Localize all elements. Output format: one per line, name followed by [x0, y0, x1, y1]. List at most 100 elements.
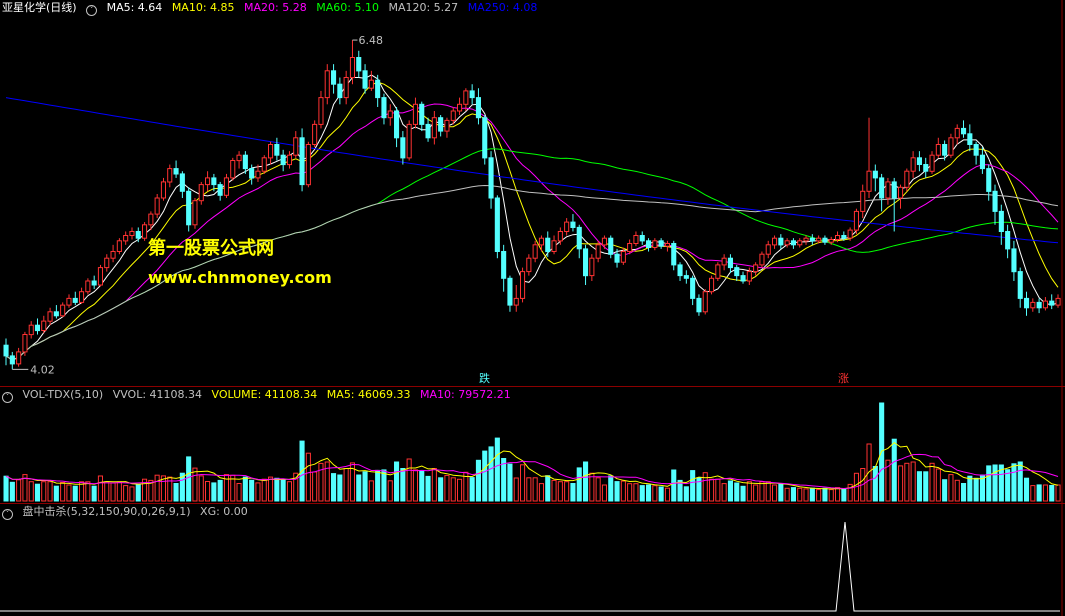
candle[interactable] — [318, 90, 324, 129]
candle[interactable] — [1036, 298, 1042, 314]
candle[interactable] — [394, 106, 400, 148]
candle[interactable] — [41, 315, 47, 334]
candle[interactable] — [576, 224, 582, 259]
candle[interactable] — [293, 131, 299, 158]
candle[interactable] — [683, 270, 689, 284]
candle[interactable] — [463, 88, 469, 111]
candle[interactable] — [167, 164, 173, 188]
candle[interactable] — [677, 262, 683, 281]
candle[interactable] — [28, 321, 34, 339]
candle[interactable] — [759, 251, 765, 268]
candle[interactable] — [110, 244, 116, 263]
candle[interactable] — [998, 204, 1004, 245]
settings-circle-icon[interactable]: ˅ — [86, 5, 98, 16]
candle[interactable] — [192, 198, 198, 229]
candle[interactable] — [526, 254, 532, 276]
candle[interactable] — [646, 238, 652, 252]
candle[interactable] — [488, 151, 494, 209]
candle[interactable] — [475, 88, 481, 125]
candle[interactable] — [860, 184, 866, 219]
candle[interactable] — [589, 254, 595, 281]
candle[interactable] — [898, 184, 904, 209]
candle[interactable] — [104, 254, 110, 272]
candle[interactable] — [721, 254, 727, 271]
volume-chart[interactable] — [0, 387, 1065, 503]
candle[interactable] — [438, 115, 444, 137]
candle[interactable] — [412, 97, 418, 129]
candle[interactable] — [160, 177, 166, 201]
candle[interactable] — [601, 235, 608, 249]
candle[interactable] — [198, 181, 204, 205]
candle[interactable] — [431, 111, 437, 145]
candle[interactable] — [929, 151, 935, 174]
candle[interactable] — [331, 64, 337, 94]
candle[interactable] — [116, 238, 122, 255]
candle[interactable] — [142, 222, 148, 241]
candle[interactable] — [954, 124, 960, 145]
candle[interactable] — [753, 262, 759, 276]
candle[interactable] — [671, 240, 677, 271]
candle[interactable] — [709, 275, 715, 295]
candle[interactable] — [664, 240, 671, 252]
candle[interactable] — [740, 271, 746, 284]
candle[interactable] — [702, 289, 708, 315]
candle[interactable] — [419, 101, 425, 132]
candle[interactable] — [469, 84, 475, 105]
candle[interactable] — [583, 244, 589, 285]
candle[interactable] — [538, 235, 545, 252]
candle[interactable] — [1017, 267, 1023, 308]
candle[interactable] — [205, 171, 211, 192]
candle[interactable] — [356, 50, 362, 78]
candle[interactable] — [179, 171, 185, 198]
candle[interactable] — [1024, 291, 1030, 316]
candle[interactable] — [343, 70, 349, 105]
candle[interactable] — [236, 151, 242, 169]
candle[interactable] — [910, 151, 916, 178]
candle[interactable] — [85, 278, 91, 295]
candle[interactable] — [280, 149, 286, 172]
candle[interactable] — [305, 141, 311, 188]
candle[interactable] — [734, 264, 740, 281]
candle[interactable] — [406, 120, 412, 161]
candle[interactable] — [123, 231, 129, 245]
candle[interactable] — [91, 275, 97, 290]
candle[interactable] — [400, 131, 406, 165]
candle[interactable] — [658, 238, 664, 249]
candle[interactable] — [942, 140, 948, 161]
candle[interactable] — [34, 318, 41, 335]
candle[interactable] — [129, 227, 135, 240]
candle[interactable] — [570, 214, 576, 232]
candle[interactable] — [797, 238, 803, 248]
candle[interactable] — [457, 97, 463, 116]
candle[interactable] — [935, 137, 941, 158]
candle[interactable] — [1042, 297, 1049, 311]
candle[interactable] — [564, 218, 570, 236]
candle[interactable] — [727, 254, 734, 273]
candle[interactable] — [223, 173, 229, 198]
indicator-pane[interactable]: ˅ 盘中击杀(5,32,150,90,0,26,9,1) XG: 0.00 — [0, 504, 1065, 616]
candle[interactable] — [286, 151, 292, 169]
candle[interactable] — [381, 93, 387, 125]
settings-circle-icon[interactable]: ˅ — [2, 509, 13, 520]
candle[interactable] — [866, 117, 872, 198]
candle[interactable] — [772, 235, 778, 249]
candle[interactable] — [312, 120, 318, 148]
candle[interactable] — [513, 285, 519, 312]
candle[interactable] — [872, 164, 878, 192]
candle[interactable] — [715, 262, 721, 281]
candle[interactable] — [217, 181, 223, 201]
candle[interactable] — [375, 74, 381, 107]
candle[interactable] — [16, 347, 22, 367]
candle[interactable] — [60, 302, 66, 318]
candle[interactable] — [696, 294, 702, 316]
candle[interactable] — [1055, 294, 1061, 308]
candle[interactable] — [268, 141, 274, 165]
candle[interactable] — [47, 307, 53, 326]
candle[interactable] — [444, 117, 450, 138]
settings-circle-icon[interactable]: ˅ — [2, 392, 13, 403]
candle[interactable] — [973, 141, 979, 165]
candle[interactable] — [3, 338, 9, 366]
candle[interactable] — [230, 157, 236, 181]
candle[interactable] — [545, 231, 551, 257]
candle[interactable] — [948, 133, 954, 158]
